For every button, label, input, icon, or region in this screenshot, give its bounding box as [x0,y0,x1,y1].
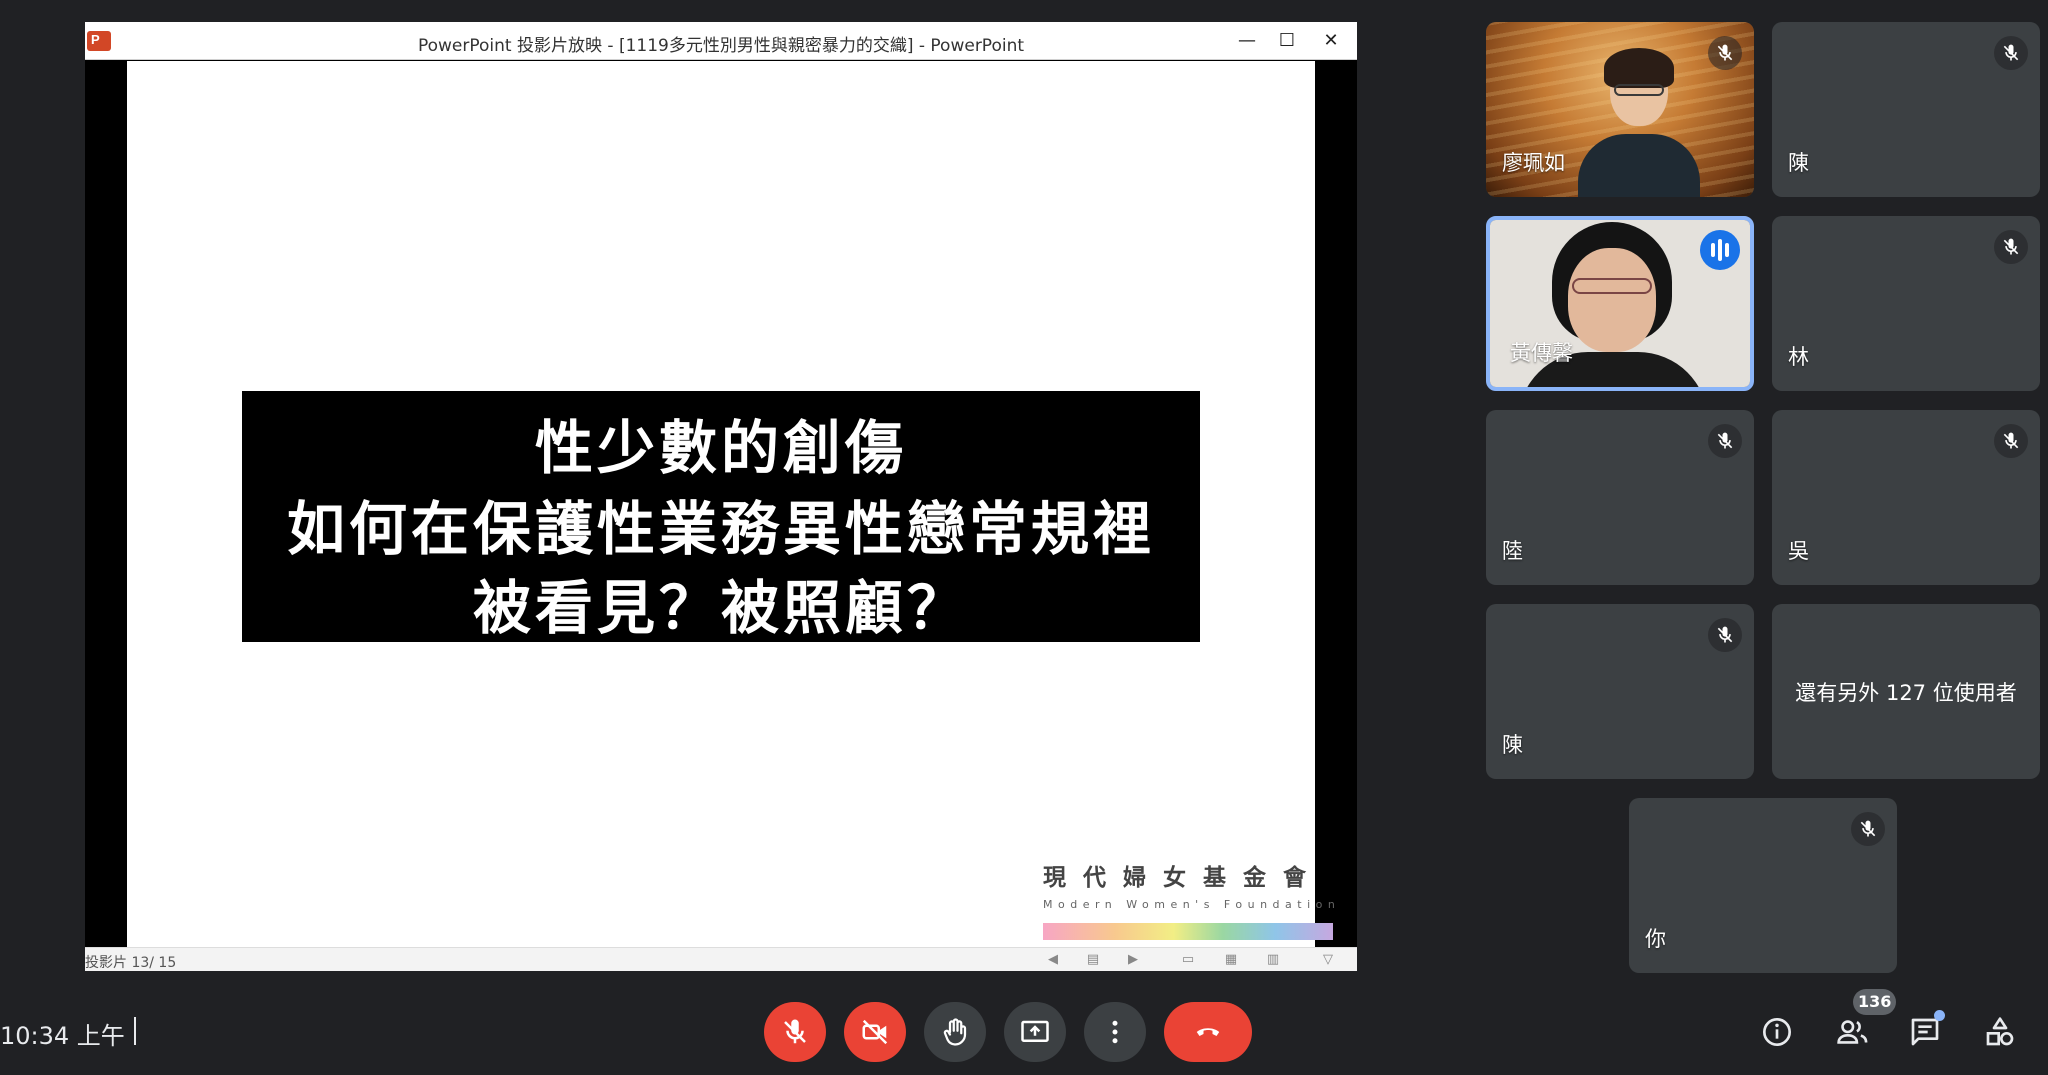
meeting-clock: 10:34 上午 [0,1022,125,1050]
participant-name: 林 [1788,345,1809,369]
participant-tile[interactable]: 陳 [1486,604,1754,779]
mic-off-icon [1851,812,1885,846]
people-button[interactable] [1830,1010,1874,1054]
present-icon [1021,1020,1049,1042]
people-icon [1837,1020,1868,1044]
mic-off-icon [1708,424,1742,458]
participant-tile[interactable]: 陸 [1486,410,1754,585]
next-slide-icon[interactable]: ▶ [1125,953,1141,967]
meeting-details-button[interactable] [1755,1010,1799,1054]
close-icon[interactable]: ✕ [1311,26,1351,56]
slide-title-line: 如何在保護性業務異性戀常規裡 [286,495,1155,563]
activities-icon [1986,1017,2014,1046]
normal-view-icon[interactable]: ▭ [1180,953,1196,967]
chat-notification-dot [1934,1010,1945,1021]
more-options-icon [1112,1020,1118,1044]
end-call-icon [1196,1028,1220,1036]
participant-tile[interactable]: 林 [1772,216,2040,391]
presentation-window[interactable]: P PowerPoint 投影片放映 - [1119多元性別男性與親密暴力的交織… [85,22,1357,971]
participant-name: 陸 [1502,539,1523,563]
rainbow-bar [1043,923,1333,940]
more-participants-tile[interactable]: 還有另外 127 位使用者 [1772,604,2040,779]
mic-off-icon [784,1019,806,1044]
foundation-logo: 現代婦女基金會 Modern Women's Foundation [1043,858,1341,940]
participant-name: 陳 [1788,151,1809,175]
more-options-button[interactable] [1084,1002,1146,1062]
mic-off-icon [1708,618,1742,652]
info-icon [1763,1018,1791,1046]
presentation-statusbar: 投影片 13/ 15 ◀ ▤ ▶ ▭ ▦ ▥ ▽ [85,947,1357,971]
participant-tile[interactable]: 廖珮如 [1486,22,1754,197]
slide: 性少數的創傷 如何在保護性業務異性戀常規裡 被看見？被照顧？ 現代婦女基金會 M… [127,61,1335,947]
slide-title-box: 性少數的創傷 如何在保護性業務異性戀常規裡 被看見？被照顧？ [242,391,1200,642]
microphone-button[interactable] [764,1002,826,1062]
notes-icon[interactable]: ▤ [1085,953,1101,967]
more-participants-label: 還有另外 127 位使用者 [1795,680,2017,705]
presentation-titlebar: P PowerPoint 投影片放映 - [1119多元性別男性與親密暴力的交織… [85,22,1357,60]
end-call-button[interactable] [1164,1002,1252,1062]
previous-slide-icon[interactable]: ◀ [1045,953,1061,967]
present-button[interactable] [1004,1002,1066,1062]
foundation-name-en: Modern Women's Foundation [1043,898,1341,911]
participant-name: 黃傳馨 [1510,341,1573,365]
participant-name: 廖珮如 [1502,151,1565,175]
meet-stage: P PowerPoint 投影片放映 - [1119多元性別男性與親密暴力的交織… [0,0,2048,1075]
chat-icon [1911,1018,1939,1046]
mic-off-icon [1708,36,1742,70]
slide-title-line: 被看見？被照顧？ [472,574,969,642]
camera-button[interactable] [844,1002,906,1062]
participant-name: 你 [1645,927,1666,951]
minimize-icon[interactable]: — [1227,26,1267,56]
people-count-badge: 136 [1853,989,1897,1015]
mic-off-icon [1994,424,2028,458]
reading-view-icon[interactable]: ▥ [1265,953,1281,967]
slide-counter: 投影片 13/ 15 [85,955,177,971]
foundation-name-cn: 現代婦女基金會 [1043,865,1323,891]
participant-tile[interactable]: 陳 [1772,22,2040,197]
slide-sorter-icon[interactable]: ▦ [1223,953,1239,967]
speaking-indicator-icon [1700,230,1740,270]
self-tile[interactable]: 你 [1629,798,1897,973]
camera-off-icon [862,1019,888,1045]
window-title: PowerPoint 投影片放映 - [1119多元性別男性與親密暴力的交織] … [417,36,1025,56]
participant-tile[interactable]: 吳 [1772,410,2040,585]
mic-off-icon [1994,230,2028,264]
raise-hand-button[interactable] [924,1002,986,1062]
raise-hand-icon [943,1018,967,1046]
participant-name: 吳 [1788,539,1809,563]
participant-name: 陳 [1502,733,1523,757]
slideshow-icon[interactable]: ▽ [1320,953,1336,967]
divider [134,1017,136,1045]
maximize-icon[interactable]: ☐ [1267,26,1307,56]
participant-tile-speaking[interactable]: 黃傳馨 [1486,216,1754,391]
activities-button[interactable] [1978,1010,2022,1054]
slide-title-line: 性少數的創傷 [534,414,907,482]
mic-off-icon [1994,36,2028,70]
